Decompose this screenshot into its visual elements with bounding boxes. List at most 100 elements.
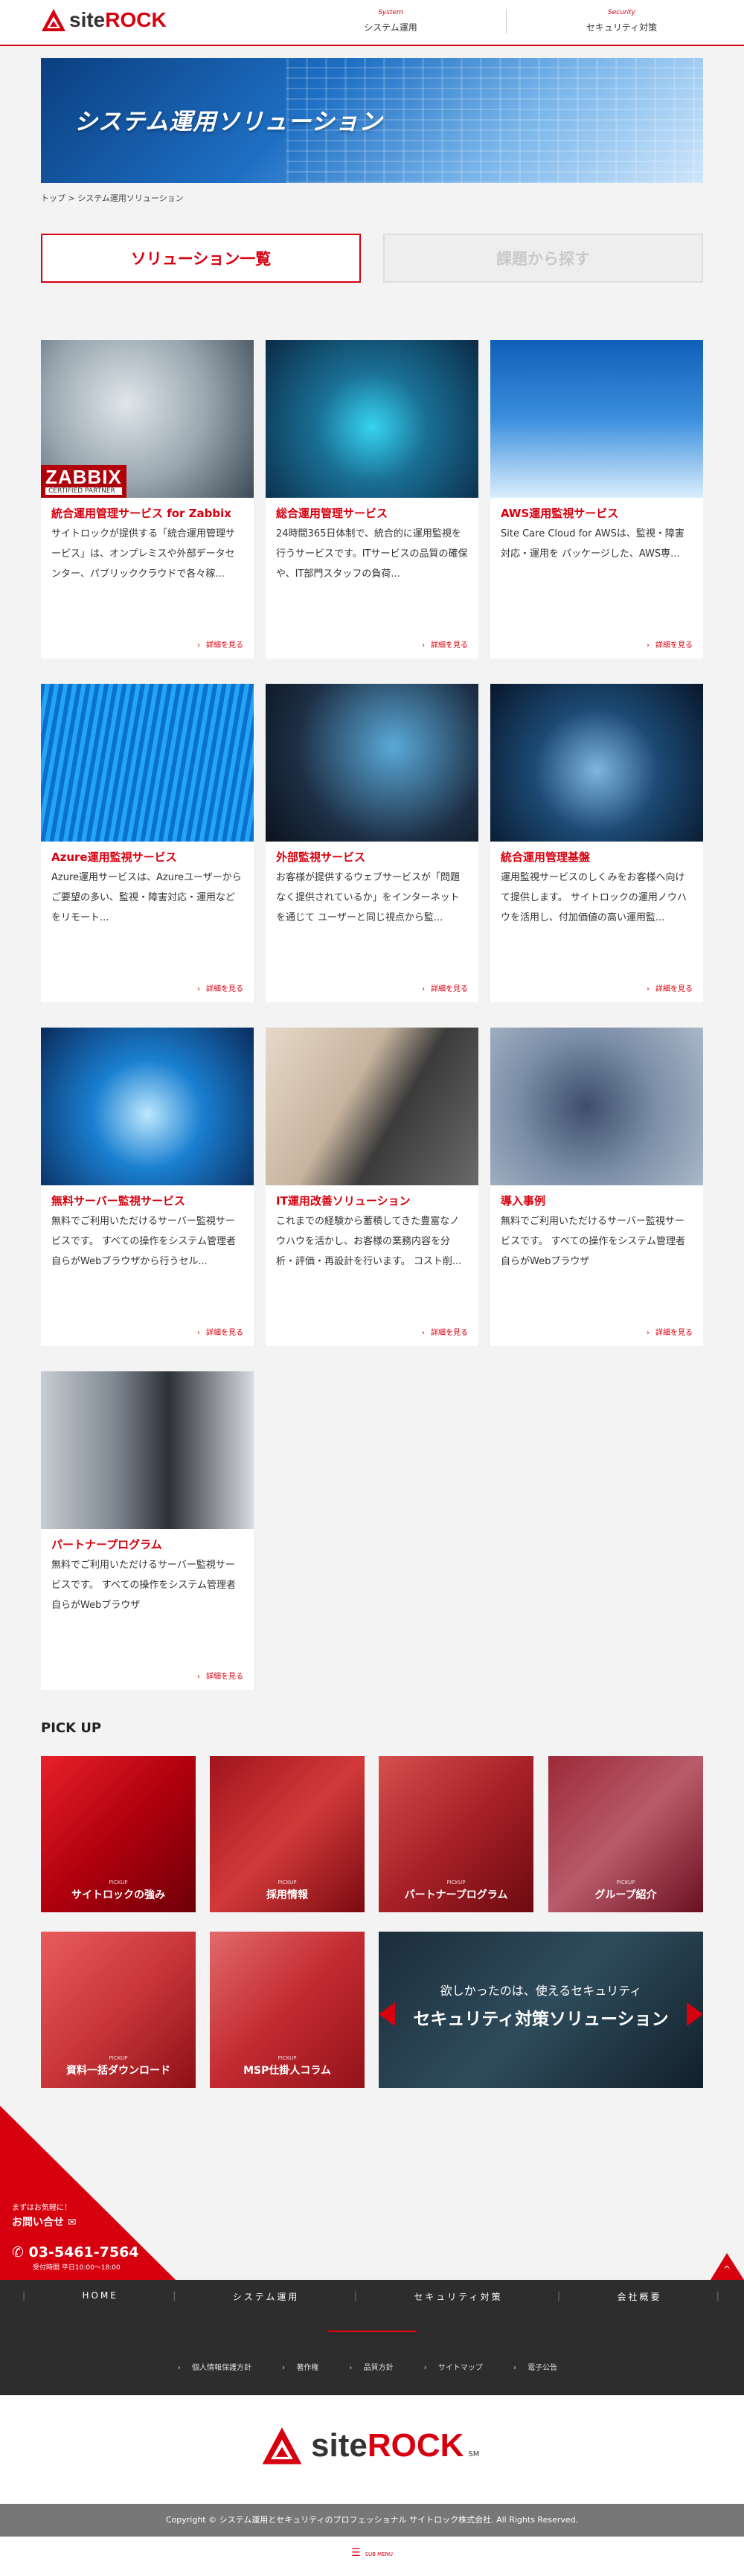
logo-rock-text: ROCK	[367, 2427, 464, 2464]
tab-find-by-issue[interactable]: 課題から探す	[383, 234, 703, 283]
zabbix-badge-title: ZABBIX	[45, 466, 122, 488]
card-image	[266, 340, 478, 498]
footer-link-system[interactable]: システム運用	[233, 2290, 300, 2303]
pickup-label: 資料一括ダウンロード	[66, 2065, 170, 2077]
pickup-label: サイトロックの強み	[71, 1889, 165, 1901]
security-banner[interactable]: 欲しかったのは、使えるセキュリティ セキュリティ対策ソリューション	[379, 1932, 703, 2088]
pickup-tag: PICKUP	[616, 1880, 635, 1885]
tab-solution-list[interactable]: ソリューション一覧	[41, 234, 361, 283]
solution-card[interactable]: IT運用改善ソリューション これまでの経験から蓄積してきた豊富なノウハウを活かし…	[266, 1028, 478, 1346]
solution-card[interactable]: 導入事例 無料でご利用いただけるサーバー監視サービスです。 すべての操作をシステ…	[490, 1028, 703, 1346]
pickup-tile[interactable]: PICKUP 採用情報	[210, 1756, 365, 1912]
card-image	[41, 1371, 254, 1529]
card-title: 総合運用管理サービス	[276, 507, 388, 520]
footer-link-security[interactable]: セキュリティ対策	[414, 2290, 502, 2303]
pickup-tag: PICKUP	[278, 2055, 297, 2061]
detail-link[interactable]: › 詳細を見る	[647, 1326, 693, 1337]
solution-card[interactable]: Azure運用監視サービス Azure運用サービスは、Azureユーザーからご要…	[41, 684, 254, 1002]
pickup-tile[interactable]: PICKUP グループ紹介	[548, 1756, 703, 1912]
footer-link-notice[interactable]: › 電子公告	[513, 2364, 566, 2372]
solution-card[interactable]: 無料サーバー監視サービス 無料でご利用いただけるサーバー監視サービスです。 すべ…	[41, 1028, 254, 1346]
solution-card[interactable]: 外部監視サービス お客様が提供するウェブサービスが「問題なく提供されているか」を…	[266, 684, 478, 1002]
solution-card[interactable]: 総合運用管理サービス 24時間365日体制で、統合的に運用監視を行うサービスです…	[266, 340, 478, 659]
contact-phone[interactable]: ✆ 03-5461-7564	[12, 2244, 139, 2261]
pickup-tile[interactable]: PICKUP サイトロックの強み	[41, 1756, 196, 1912]
back-to-top-button[interactable]: ^	[711, 2253, 744, 2280]
footer-link-copyright[interactable]: › 著作権	[282, 2364, 327, 2372]
card-description: 無料でご利用いただけるサーバー監視サービスです。 すべての操作をシステム管理者自…	[51, 1216, 237, 1267]
nav-item-en: Security	[608, 9, 635, 16]
footer-link-sitemap[interactable]: › サイトマップ	[424, 2364, 492, 2372]
contact-hours: 受付時間 平日10:00～18:00	[33, 2264, 121, 2272]
footer-link-privacy[interactable]: › 個人情報保護方針	[178, 2364, 260, 2372]
contact-badge[interactable]: まずはお気軽に！ お問い合せ ✉ ✆ 03-5461-7564 受付時間 平日1…	[0, 2106, 176, 2280]
banner-line2: セキュリティ対策ソリューション	[413, 2010, 669, 2029]
detail-link-label: 詳細を見る	[431, 985, 468, 993]
detail-link[interactable]: › 詳細を見る	[197, 638, 243, 650]
arrow-right-icon: ›	[647, 985, 650, 993]
contact-phone-number: 03-5461-7564	[28, 2244, 139, 2261]
detail-link[interactable]: › 詳細を見る	[197, 1670, 243, 1681]
breadcrumb[interactable]: トップ > システム運用ソリューション	[41, 192, 184, 204]
mail-icon: ✉	[67, 2217, 77, 2229]
nav-item-system[interactable]: System システム運用	[275, 9, 506, 33]
card-image	[490, 1028, 703, 1185]
submenu-button[interactable]: ☰ SUB MENU	[0, 2537, 744, 2576]
card-image	[490, 340, 703, 498]
solution-card[interactable]: ZABBIX CERTIFIED PARTNER 統合運用管理サービス for …	[41, 340, 254, 659]
pickup-label: パートナープログラム	[404, 1889, 508, 1901]
footer-link-quality[interactable]: › 品質方針	[349, 2364, 402, 2372]
footer-divider	[327, 2330, 417, 2332]
pickup-tile[interactable]: PICKUP MSP仕掛人コラム	[210, 1932, 365, 2088]
detail-link[interactable]: › 詳細を見る	[647, 638, 693, 650]
copyright: Copyright © システム運用とセキュリティのプロフェッショナル サイトロ…	[0, 2504, 744, 2537]
card-description: Azure運用サービスは、Azureユーザーからご要望の多い、監視・障害対応・運…	[51, 872, 242, 923]
arrow-right-icon[interactable]	[687, 2002, 703, 2026]
footer-main-links: | HOME | システム運用 | セキュリティ対策 | 会社概要 |	[22, 2290, 722, 2303]
card-description: これまでの経験から蓄積してきた豊富なノウハウを活かし、お客様の業務内容を分析・評…	[276, 1216, 462, 1267]
submenu-label: SUB MENU	[365, 2551, 393, 2557]
logo-mark: SM	[468, 2450, 480, 2458]
pickup-tag: PICKUP	[109, 2055, 128, 2061]
footer-logo[interactable]: site ROCK SM	[259, 2425, 479, 2467]
detail-link-label: 詳細を見る	[206, 641, 243, 650]
detail-link[interactable]: › 詳細を見る	[422, 1326, 468, 1337]
detail-link[interactable]: › 詳細を見る	[197, 1326, 243, 1337]
card-title: 統合運用管理サービス for Zabbix	[51, 507, 231, 520]
detail-link-label: 詳細を見る	[431, 641, 468, 650]
detail-link-label: 詳細を見る	[206, 985, 243, 993]
card-description: 無料でご利用いただけるサーバー監視サービスです。 すべての操作をシステム管理者自…	[501, 1216, 686, 1267]
detail-link[interactable]: › 詳細を見る	[422, 982, 468, 993]
divider: |	[22, 2290, 28, 2301]
site-logo[interactable]: site ROCK	[41, 7, 167, 33]
pickup-tag: PICKUP	[446, 1880, 466, 1885]
divider: |	[353, 2290, 359, 2301]
arrow-right-icon: ›	[422, 985, 425, 993]
footer-link-label: 個人情報保護方針	[192, 2364, 252, 2372]
card-description: Site Care Cloud for AWSは、監視・障害対応・運用を パッケ…	[501, 528, 684, 560]
detail-link[interactable]: › 詳細を見る	[647, 982, 693, 993]
footer-link-label: 品質方針	[363, 2364, 394, 2372]
pickup-tile[interactable]: PICKUP 資料一括ダウンロード	[41, 1932, 196, 2088]
footer-logo-area: site ROCK SM	[0, 2395, 744, 2504]
detail-link-label: 詳細を見る	[655, 1329, 693, 1337]
detail-link[interactable]: › 詳細を見る	[197, 982, 243, 993]
detail-link[interactable]: › 詳細を見る	[422, 638, 468, 650]
solution-card[interactable]: AWS運用監視サービス Site Care Cloud for AWSは、監視・…	[490, 340, 703, 659]
pickup-label: 採用情報	[266, 1889, 308, 1901]
footer-link-company[interactable]: 会社概要	[617, 2290, 661, 2303]
arrow-right-icon: ›	[422, 1329, 425, 1337]
pickup-heading: PICK UP	[41, 1720, 102, 1736]
logo-site-text: site	[69, 8, 106, 31]
page-title: システム運用ソリューション	[74, 109, 383, 135]
nav-item-security[interactable]: Security セキュリティ対策	[506, 9, 737, 33]
footer-link-home[interactable]: HOME	[82, 2290, 118, 2303]
zabbix-badge-sub: CERTIFIED PARTNER	[45, 487, 122, 495]
pickup-tile[interactable]: PICKUP パートナープログラム	[379, 1756, 533, 1912]
solution-card[interactable]: パートナープログラム 無料でご利用いただけるサーバー監視サービスです。 すべての…	[41, 1371, 254, 1690]
card-image	[41, 684, 254, 842]
pickup-tag: PICKUP	[109, 1880, 128, 1885]
card-description: お客様が提供するウェブサービスが「問題なく提供されているか」をインターネットを通…	[276, 872, 461, 923]
pickup-label: MSP仕掛人コラム	[243, 2065, 331, 2077]
solution-card[interactable]: 統合運用管理基盤 運用監視サービスのしくみをお客様へ向けて提供します。 サイトロ…	[490, 684, 703, 1002]
